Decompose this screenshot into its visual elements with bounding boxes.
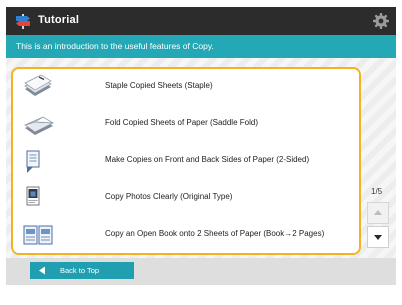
feature-label: Make Copies on Front and Back Sides of P… xyxy=(105,155,310,164)
feature-row-two-sided[interactable]: Make Copies on Front and Back Sides of P… xyxy=(13,143,359,181)
feature-label: Fold Copied Sheets of Paper (Saddle Fold… xyxy=(105,118,258,127)
info-text: This is an introduction to the useful fe… xyxy=(16,41,214,51)
feature-row-staple[interactable]: Staple Copied Sheets (Staple) xyxy=(13,69,359,107)
triangle-down-icon xyxy=(374,235,382,240)
title-bar: Tutorial xyxy=(6,7,396,35)
feature-list: Staple Copied Sheets (Staple) Fold Copie… xyxy=(11,67,361,255)
feature-row-saddle-fold[interactable]: Fold Copied Sheets of Paper (Saddle Fold… xyxy=(13,106,359,144)
feature-row-book-two-pages[interactable]: Copy an Open Book onto 2 Sheets of Paper… xyxy=(13,217,359,253)
scroll-up-button[interactable] xyxy=(367,202,389,224)
book-two-pages-icon xyxy=(23,225,53,245)
original-type-icon xyxy=(26,186,40,206)
info-banner: This is an introduction to the useful fe… xyxy=(6,35,396,58)
page-indicator: 1/5 xyxy=(371,187,383,196)
bottom-bar: Back to Top xyxy=(6,258,396,285)
tutorial-screen: Tutorial This is an introduction to the … xyxy=(6,7,396,285)
gear-icon[interactable] xyxy=(372,12,390,30)
triangle-left-icon xyxy=(39,266,45,275)
staple-icon xyxy=(24,74,52,96)
feature-label: Copy an Open Book onto 2 Sheets of Paper… xyxy=(105,229,325,238)
scroll-down-button[interactable] xyxy=(367,226,389,248)
feature-row-original-type[interactable]: Copy Photos Clearly (Original Type) xyxy=(13,180,359,218)
tutorial-signpost-icon xyxy=(16,14,30,29)
feature-label: Copy Photos Clearly (Original Type) xyxy=(105,192,233,201)
saddle-fold-icon xyxy=(24,116,54,135)
back-to-top-label: Back to Top xyxy=(60,266,100,275)
page-title: Tutorial xyxy=(38,14,80,26)
feature-label: Staple Copied Sheets (Staple) xyxy=(105,81,213,90)
two-sided-icon xyxy=(26,150,40,173)
back-to-top-button[interactable]: Back to Top xyxy=(30,262,134,279)
triangle-up-icon xyxy=(374,210,382,215)
